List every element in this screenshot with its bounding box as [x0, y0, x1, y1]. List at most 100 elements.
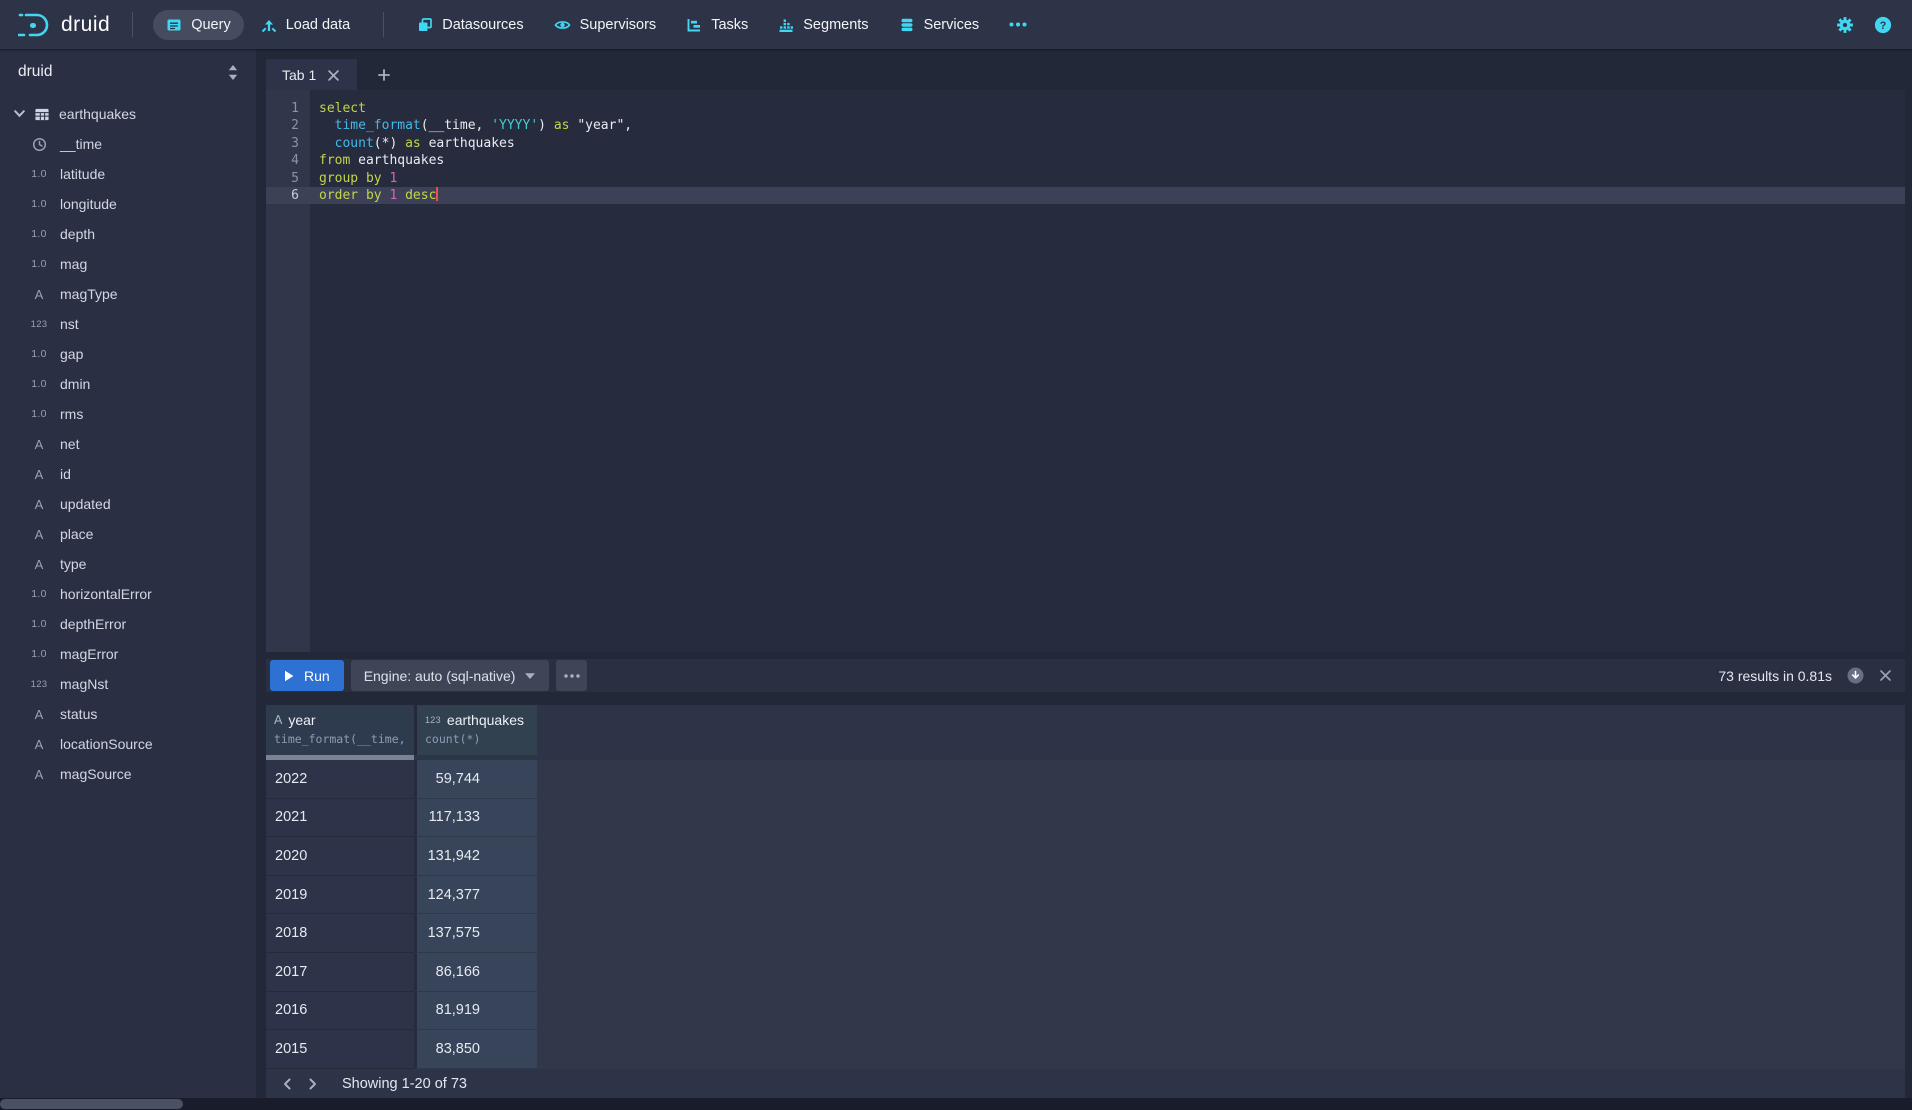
year-cell[interactable]: 2017 — [266, 953, 414, 992]
column-item-magSource[interactable]: AmagSource — [0, 759, 256, 789]
year-cell[interactable]: 2020 — [266, 837, 414, 876]
engine-label: Engine: auto (sql-native) — [364, 668, 516, 684]
page-scrollbar-thumb[interactable] — [0, 1099, 183, 1109]
table-row: 2021117,133 — [266, 799, 1905, 838]
str-type-icon: A — [26, 737, 52, 752]
nav-item-query[interactable]: Query — [153, 10, 244, 40]
column-item-net[interactable]: Anet — [0, 429, 256, 459]
column-item-gap[interactable]: 1.0gap — [0, 339, 256, 369]
earthquakes-cell[interactable]: 137,575 — [414, 914, 537, 953]
column-header-earthquakes[interactable]: 123 earthquakes count(*) — [414, 705, 537, 755]
earthquakes-cell[interactable]: 86,166 — [414, 953, 537, 992]
line-number: 4 — [266, 152, 310, 169]
year-cell[interactable]: 2022 — [266, 760, 414, 799]
previous-page-button[interactable] — [274, 1071, 300, 1097]
line-code: from earthquakes — [310, 152, 444, 169]
column-item-magError[interactable]: 1.0magError — [0, 639, 256, 669]
sql-editor[interactable]: 1select2 time_format(__time, 'YYYY') as … — [266, 90, 1905, 652]
column-item-mag[interactable]: 1.0mag — [0, 249, 256, 279]
earthquakes-cell[interactable]: 81,919 — [414, 992, 537, 1031]
column-item-depthError[interactable]: 1.0depthError — [0, 609, 256, 639]
help-icon[interactable]: ? — [1874, 16, 1892, 34]
column-item-id[interactable]: Aid — [0, 459, 256, 489]
results-table: 202259,7442021117,1332020131,9422019124,… — [266, 760, 1905, 1069]
ellipsis-icon — [564, 674, 580, 678]
run-button-label: Run — [304, 668, 330, 684]
nav-item-services[interactable]: Services — [886, 10, 993, 40]
next-page-button[interactable] — [300, 1071, 326, 1097]
column-item-latitude[interactable]: 1.0latitude — [0, 159, 256, 189]
year-cell[interactable]: 2018 — [266, 914, 414, 953]
column-name: net — [60, 436, 79, 452]
year-cell[interactable]: 2021 — [266, 799, 414, 838]
column-item-type[interactable]: Atype — [0, 549, 256, 579]
column-item-magNst[interactable]: 123magNst — [0, 669, 256, 699]
pagination-label: Showing 1-20 of 73 — [342, 1076, 467, 1092]
close-tab-icon[interactable] — [328, 70, 339, 81]
column-header-year[interactable]: A year time_format(__time, … — [266, 705, 414, 755]
schema-selector[interactable]: druid — [0, 49, 256, 95]
column-item-updated[interactable]: Aupdated — [0, 489, 256, 519]
column-item-horizontalError[interactable]: 1.0horizontalError — [0, 579, 256, 609]
engine-select-button[interactable]: Engine: auto (sql-native) — [351, 660, 550, 691]
column-name: status — [60, 706, 97, 722]
column-item-locationSource[interactable]: AlocationSource — [0, 729, 256, 759]
brand[interactable]: druid — [14, 10, 114, 40]
column-item-status[interactable]: Astatus — [0, 699, 256, 729]
column-item-nst[interactable]: 123nst — [0, 309, 256, 339]
column-item-rms[interactable]: 1.0rms — [0, 399, 256, 429]
nav-item-load-data[interactable]: Load data — [248, 10, 364, 40]
code-line-3: 3 count(*) as earthquakes — [266, 135, 1905, 152]
line-number: 2 — [266, 117, 310, 134]
query-more-button[interactable] — [556, 660, 587, 691]
year-cell[interactable]: 2016 — [266, 992, 414, 1031]
column-name: dmin — [60, 376, 90, 392]
close-results-icon[interactable] — [1879, 669, 1892, 682]
code-line-5: 5group by 1 — [266, 170, 1905, 187]
results-header: A year time_format(__time, … 123 earthqu… — [266, 705, 1905, 755]
int-type-icon: 123 — [26, 679, 52, 690]
earthquakes-cell[interactable]: 59,744 — [414, 760, 537, 799]
column-item-place[interactable]: Aplace — [0, 519, 256, 549]
table-item-earthquakes[interactable]: earthquakes — [0, 99, 256, 129]
line-number: 3 — [266, 135, 310, 152]
column-item-__time[interactable]: __time — [0, 129, 256, 159]
nav-item-label: Supervisors — [580, 17, 657, 33]
nav-item-label: Segments — [803, 17, 868, 33]
table-row: 202259,744 — [266, 760, 1905, 799]
sort-double-caret-icon[interactable] — [228, 65, 238, 80]
segments-icon — [778, 17, 794, 33]
table-name: earthquakes — [59, 106, 136, 122]
num-type-icon: 1.0 — [26, 618, 52, 630]
table-row: 2018137,575 — [266, 914, 1905, 953]
column-item-dmin[interactable]: 1.0dmin — [0, 369, 256, 399]
year-cell[interactable]: 2019 — [266, 876, 414, 915]
services-icon — [899, 17, 915, 33]
nav-item-supervisors[interactable]: Supervisors — [541, 10, 670, 40]
chevron-right-icon — [307, 1077, 319, 1091]
run-button[interactable]: Run — [270, 660, 344, 691]
page-horizontal-scrollbar[interactable] — [0, 1098, 1912, 1110]
column-name: earthquakes — [447, 712, 524, 728]
download-icon[interactable] — [1847, 667, 1864, 684]
str-type-icon: A — [26, 497, 52, 512]
earthquakes-cell[interactable]: 117,133 — [414, 799, 537, 838]
nav-item-tasks[interactable]: Tasks — [673, 10, 761, 40]
int-type-icon: 123 — [26, 319, 52, 330]
nav-item-more[interactable] — [996, 15, 1040, 34]
tab-query-1[interactable]: Tab 1 — [266, 59, 357, 90]
str-type-icon: A — [26, 557, 52, 572]
column-item-longitude[interactable]: 1.0longitude — [0, 189, 256, 219]
earthquakes-cell[interactable]: 131,942 — [414, 837, 537, 876]
year-cell[interactable]: 2015 — [266, 1030, 414, 1069]
earthquakes-cell[interactable]: 83,850 — [414, 1030, 537, 1069]
add-tab-button[interactable] — [369, 59, 399, 90]
earthquakes-cell[interactable]: 124,377 — [414, 876, 537, 915]
tab-label: Tab 1 — [282, 67, 316, 83]
nav-item-datasources[interactable]: Datasources — [404, 10, 536, 40]
column-item-magType[interactable]: AmagType — [0, 279, 256, 309]
settings-gear-icon[interactable] — [1836, 16, 1854, 34]
column-item-depth[interactable]: 1.0depth — [0, 219, 256, 249]
nav-item-segments[interactable]: Segments — [765, 10, 881, 40]
column-name: magError — [60, 646, 118, 662]
